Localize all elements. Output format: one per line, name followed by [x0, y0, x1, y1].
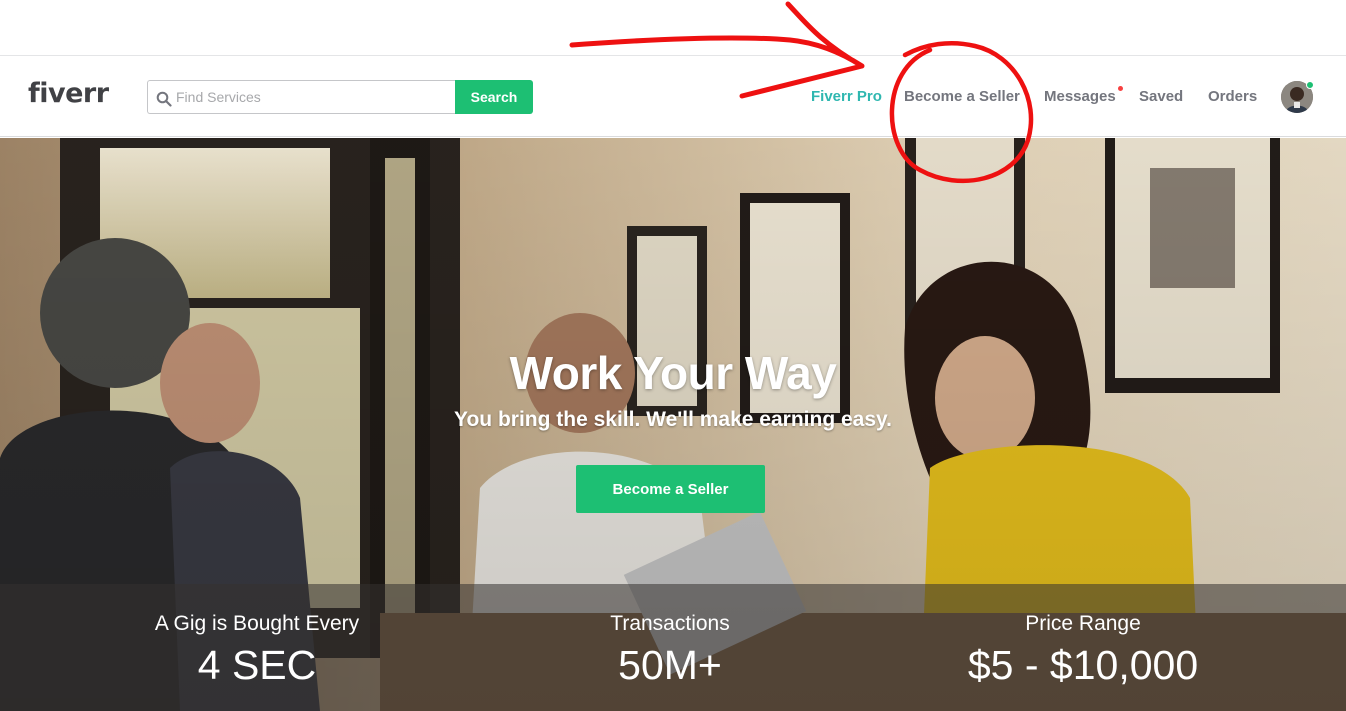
- search-bar: Search: [147, 80, 533, 114]
- site-header: fiverr Search Fiverr Pro Become a Seller…: [0, 57, 1346, 137]
- stats-bar: A Gig is Bought Every 4 SEC Transactions…: [0, 584, 1346, 711]
- search-icon: [156, 91, 172, 107]
- stat-label: A Gig is Bought Every: [154, 612, 360, 635]
- stat-gig-frequency: A Gig is Bought Every 4 SEC: [67, 584, 447, 689]
- stat-label: Transactions: [610, 612, 730, 635]
- stat-value: 50M+: [618, 642, 722, 688]
- stat-label: Price Range: [1025, 612, 1141, 635]
- nav-messages[interactable]: Messages: [1044, 88, 1116, 105]
- browser-top-strip: [0, 0, 1346, 56]
- stat-value: $5 - $10,000: [967, 642, 1199, 688]
- fiverr-logo[interactable]: fiverr: [28, 78, 109, 109]
- nav-saved[interactable]: Saved: [1139, 88, 1183, 105]
- hero-section: Work Your Way You bring the skill. We'll…: [0, 138, 1346, 711]
- nav-orders[interactable]: Orders: [1208, 88, 1257, 105]
- online-status-dot: [1306, 81, 1314, 89]
- nav-become-a-seller[interactable]: Become a Seller: [904, 88, 1020, 105]
- become-a-seller-button[interactable]: Become a Seller: [576, 465, 765, 513]
- hero-subtitle: You bring the skill. We'll make earning …: [454, 408, 892, 431]
- hero-title: Work Your Way: [509, 347, 837, 399]
- search-input[interactable]: [176, 81, 451, 113]
- stat-value: 4 SEC: [197, 642, 317, 688]
- search-box: [147, 80, 456, 114]
- search-button[interactable]: Search: [455, 80, 533, 114]
- stat-transactions: Transactions 50M+: [480, 584, 860, 689]
- messages-notification-dot: [1118, 86, 1123, 91]
- nav-fiverr-pro[interactable]: Fiverr Pro: [811, 88, 882, 105]
- stat-price-range: Price Range $5 - $10,000: [893, 584, 1273, 689]
